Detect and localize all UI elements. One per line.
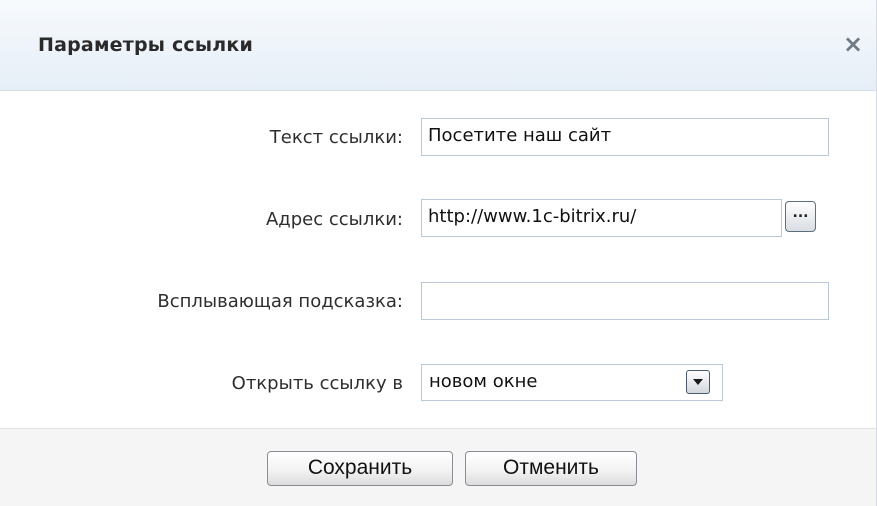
link-address-label: Адрес ссылки:: [265, 209, 403, 230]
link-text-label: Текст ссылки:: [269, 127, 403, 148]
browse-button[interactable]: ...: [785, 201, 816, 232]
chevron-down-icon[interactable]: [686, 370, 710, 394]
link-address-input[interactable]: http://www.1c-bitrix.ru/: [421, 199, 782, 237]
dialog-title: Параметры ссылки: [38, 34, 254, 56]
open-in-selected-value: новом окне: [429, 371, 538, 392]
dialog-header: Параметры ссылки ×: [0, 0, 876, 91]
cancel-button[interactable]: Отменить: [465, 451, 637, 486]
open-in-select[interactable]: новом окне: [421, 364, 723, 401]
tooltip-input[interactable]: [421, 282, 829, 320]
save-button[interactable]: Сохранить: [267, 451, 453, 486]
close-icon[interactable]: ×: [840, 31, 866, 57]
open-in-label: Открыть ссылку в: [231, 373, 403, 394]
link-parameters-dialog: Параметры ссылки × Текст ссылки: Посетит…: [0, 0, 877, 506]
link-text-input[interactable]: Посетите наш сайт: [421, 118, 829, 156]
tooltip-label: Всплывающая подсказка:: [157, 291, 403, 312]
